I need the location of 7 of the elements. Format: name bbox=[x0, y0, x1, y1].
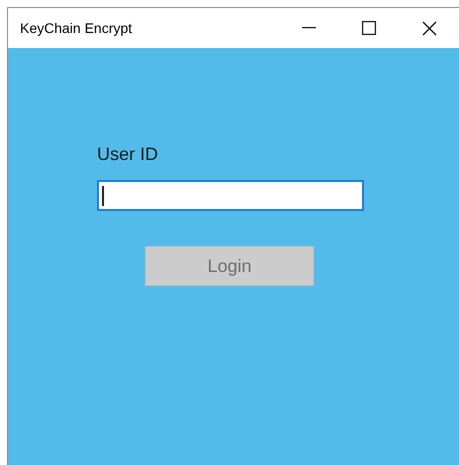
window-title: KeyChain Encrypt bbox=[20, 18, 132, 38]
user-id-field[interactable] bbox=[97, 180, 364, 211]
text-cursor bbox=[102, 186, 104, 206]
minimize-icon bbox=[302, 27, 316, 29]
close-icon bbox=[422, 20, 436, 36]
field-label: User ID bbox=[97, 143, 160, 165]
maximize-icon bbox=[362, 21, 376, 35]
